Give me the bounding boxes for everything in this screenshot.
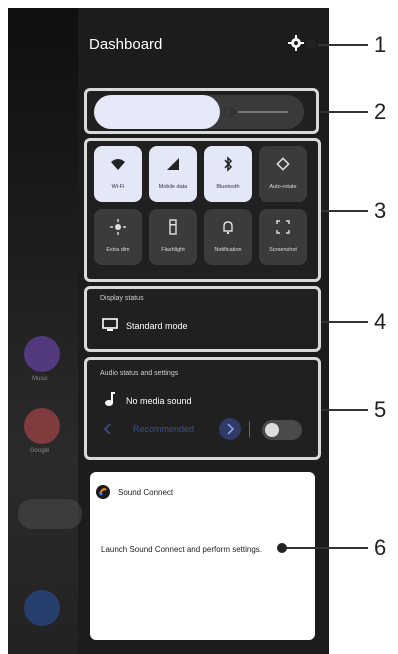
tile-label: Wi-Fi: [111, 184, 125, 190]
brightness-icon: [224, 106, 236, 118]
divider: [249, 421, 250, 437]
wallpaper-app-label: Google: [30, 448, 50, 454]
tile-label: Mobile data: [158, 184, 188, 190]
google-search-bar[interactable]: [18, 499, 82, 529]
sound-connect-title: Sound Connect: [118, 488, 174, 497]
callout-line: [321, 111, 368, 113]
wallpaper-app-label: Music: [32, 376, 48, 382]
tile-screenshot[interactable]: Screenshot: [259, 209, 307, 265]
tile-notification[interactable]: Notification: [204, 209, 252, 265]
google-app-icon[interactable]: [24, 408, 60, 444]
extra-dim-icon: [110, 219, 126, 235]
callout-line: [321, 210, 368, 212]
audio-toggle[interactable]: [262, 420, 302, 440]
brightness-track-line: [238, 111, 288, 113]
chevron-right-icon: [227, 423, 235, 435]
screenshot-icon: [276, 220, 290, 234]
monitor-icon: [102, 318, 118, 331]
tile-label: Screenshot: [269, 247, 297, 253]
flashlight-icon: [169, 219, 177, 235]
toggle-knob: [265, 423, 279, 437]
audio-heading: Audio status and settings: [100, 370, 179, 377]
tile-extra-dim[interactable]: Extra dim: [94, 209, 142, 265]
mobile-data-icon: [167, 158, 179, 170]
sound-connect-description: Launch Sound Connect and perform setting…: [101, 545, 262, 554]
callout-number: 1: [374, 32, 387, 57]
tile-wi-fi[interactable]: Wi-Fi: [94, 146, 142, 202]
display-status-heading: Display status: [100, 295, 144, 302]
tile-label: Bluetooth: [216, 184, 240, 190]
sound-connect-card[interactable]: [90, 472, 315, 640]
callout-dot: [277, 543, 287, 553]
callout-dot: [306, 39, 316, 49]
tile-label: Auto-rotate: [269, 184, 297, 190]
brightness-fill[interactable]: [94, 95, 220, 129]
callout-number: 3: [374, 198, 387, 223]
tile-label: Notification: [214, 247, 242, 253]
phone-app-icon[interactable]: [24, 590, 60, 626]
wallpaper-home: [8, 8, 78, 654]
rotate-icon: [276, 157, 290, 171]
callout-line: [284, 547, 368, 549]
display-mode-text: Standard mode: [126, 321, 188, 331]
callout-line: [321, 321, 368, 323]
audio-preset-label[interactable]: Recommended: [133, 424, 194, 434]
callout-number: 4: [374, 309, 387, 334]
sound-connect-app-icon: [96, 485, 110, 499]
callout-number: 5: [374, 397, 387, 422]
wifi-icon: [111, 159, 125, 170]
dashboard-title: Dashboard: [89, 36, 163, 53]
bell-icon: [223, 221, 233, 234]
callout-number: 6: [374, 535, 387, 560]
tile-bluetooth[interactable]: Bluetooth: [204, 146, 252, 202]
audio-status-text: No media sound: [126, 396, 192, 406]
tile-label: Extra dim: [106, 247, 130, 253]
chevron-left-icon[interactable]: [102, 422, 114, 436]
callout-line: [321, 409, 368, 411]
tile-mobile-data[interactable]: Mobile data: [149, 146, 197, 202]
tile-auto-rotate[interactable]: Auto-rotate: [259, 146, 307, 202]
callout-number: 2: [374, 99, 387, 124]
tile-flashlight[interactable]: Flashlight: [149, 209, 197, 265]
music-note-icon: [105, 392, 115, 406]
settings-gear-icon[interactable]: [288, 35, 304, 51]
callout-line: [318, 44, 368, 46]
bluetooth-icon: [224, 156, 233, 172]
music-app-icon[interactable]: [24, 336, 60, 372]
tile-label: Flashlight: [161, 247, 185, 253]
